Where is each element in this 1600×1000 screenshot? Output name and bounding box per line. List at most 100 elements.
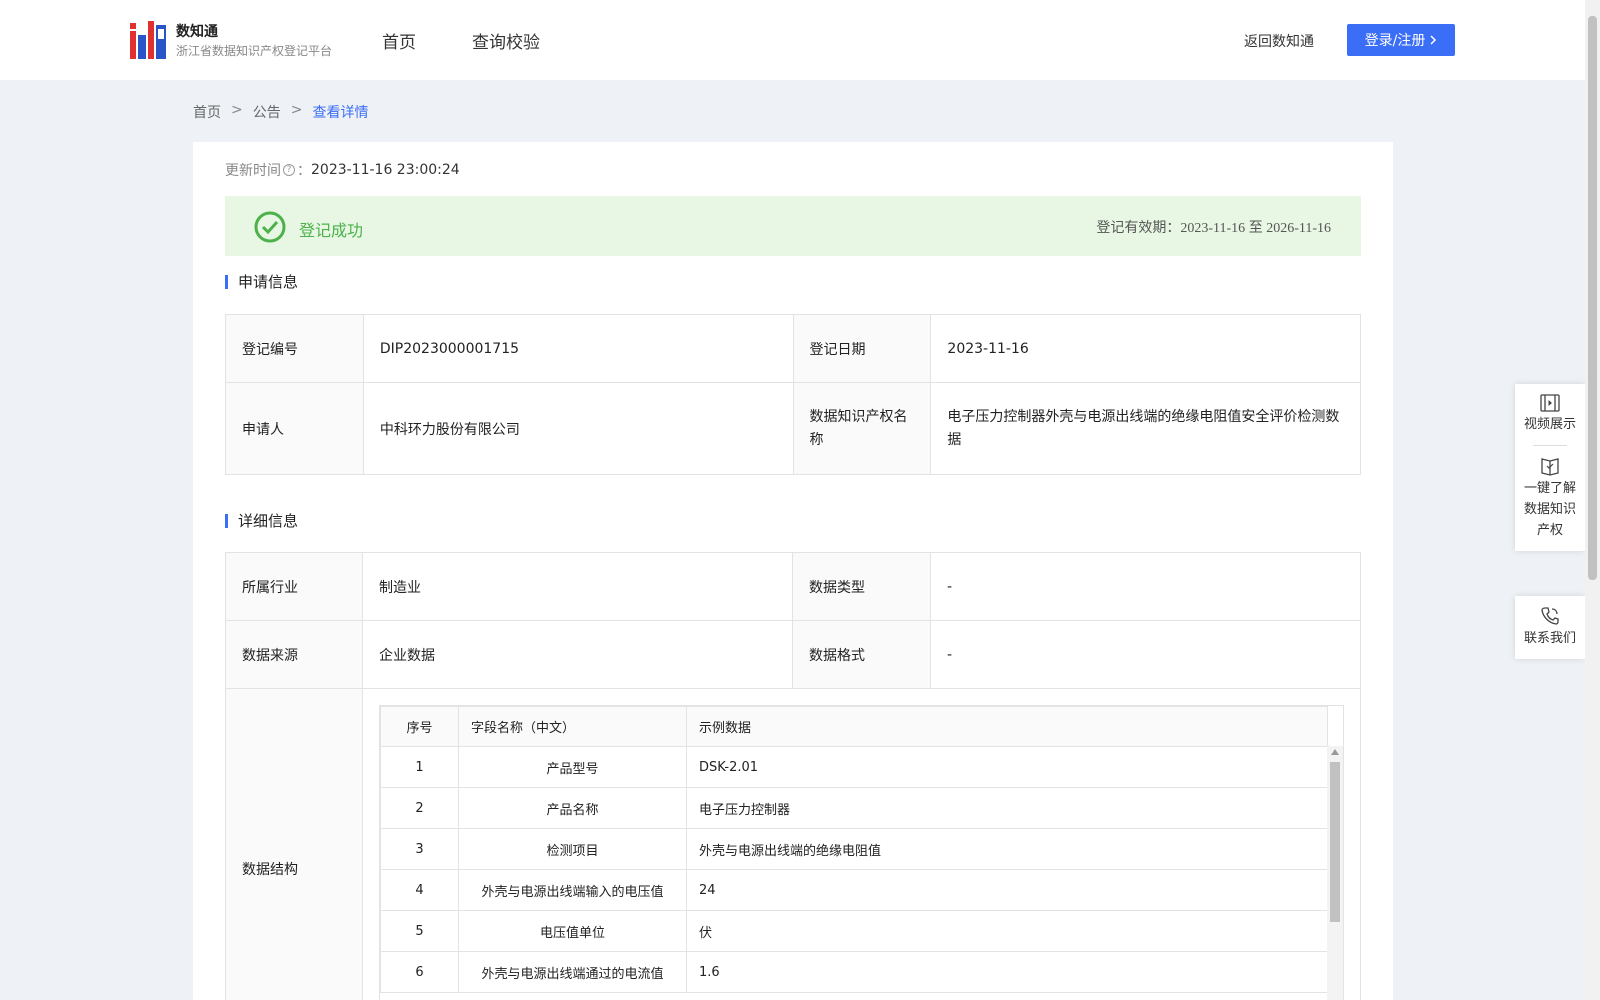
data-type-value: -	[930, 552, 1361, 621]
row-sample: 电子压力控制器	[686, 787, 1328, 829]
learn-label-line2: 数据知识	[1523, 502, 1576, 517]
validity-to-word: 至	[1248, 220, 1263, 236]
format-label: 数据格式	[792, 620, 931, 689]
nav-query-verify[interactable]: 查询校验	[472, 28, 540, 53]
contact-us-button[interactable]: 联系我们	[1515, 596, 1585, 659]
contact-label: 联系我们	[1523, 631, 1576, 646]
section-title-detail: 详细信息	[225, 514, 298, 529]
validity-label: 登记有效期：	[1096, 220, 1181, 236]
breadcrumb-notice[interactable]: 公告	[253, 102, 281, 122]
detail-info-table: 所属行业 制造业 数据类型 - 数据来源 企业数据 数据格式 - 数据结构 序号…	[225, 552, 1361, 1000]
login-register-label: 登录/注册	[1364, 33, 1426, 49]
col-no-header: 序号	[380, 706, 459, 747]
main-nav: 首页 查询校验	[382, 28, 540, 53]
applicant-value: 中科环力股份有限公司	[362, 382, 794, 475]
update-time: 更新时间 ? ： 2023-11-16 23:00:24	[225, 160, 460, 180]
table-row: 4 外壳与电源出线端输入的电压值 24	[380, 869, 1328, 911]
row-no: 3	[380, 828, 459, 870]
table-row: 数据结构 序号 字段名称（中文） 示例数据 1 产品型号 DSK-2.01 2 …	[225, 688, 1361, 1000]
col-name-header: 字段名称（中文）	[458, 706, 687, 747]
learn-label-line3: 产权	[1536, 523, 1563, 538]
back-to-shuzhitong-link[interactable]: 返回数知通	[1244, 31, 1314, 51]
status-text: 登记成功	[299, 221, 364, 240]
row-sample: DSK-2.01	[686, 746, 1328, 788]
page-scrollbar[interactable]	[1585, 0, 1600, 1000]
breadcrumb-current: 查看详情	[312, 105, 369, 121]
reg-date-label: 登记日期	[792, 314, 932, 383]
book-icon	[1541, 458, 1559, 476]
breadcrumb: 首页 > 公告 > 查看详情	[193, 102, 368, 122]
video-showcase-button[interactable]: 视频展示	[1515, 384, 1585, 445]
nav-home[interactable]: 首页	[382, 28, 416, 53]
update-time-label: 更新时间	[225, 163, 281, 179]
format-value: -	[930, 620, 1361, 689]
ip-name-value: 电子压力控制器外壳与电源出线端的绝缘电阻值安全评价检测数据	[930, 382, 1361, 475]
scrollbar-thumb[interactable]	[1330, 762, 1340, 922]
table-row: 2 产品名称 电子压力控制器	[380, 787, 1328, 829]
brand-logo[interactable]	[130, 21, 166, 59]
reg-no-value: DIP2023000001715	[362, 314, 794, 383]
apply-info-table: 登记编号 DIP2023000001715 登记日期 2023-11-16 申请…	[225, 314, 1361, 475]
industry-label: 所属行业	[225, 552, 363, 621]
chevron-right-icon	[1430, 35, 1437, 45]
table-row: 申请人 中科环力股份有限公司 数据知识产权名称 电子压力控制器外壳与电源出线端的…	[225, 382, 1361, 475]
side-panel-contact: 联系我们	[1515, 596, 1585, 659]
breadcrumb-separator: >	[231, 102, 243, 118]
table-row: 5 电压值单位 伏	[380, 910, 1328, 952]
phone-icon	[1541, 607, 1559, 625]
learn-label-line1: 一键了解	[1523, 481, 1576, 496]
check-circle-icon	[254, 211, 286, 243]
reg-date-value: 2023-11-16	[930, 314, 1361, 383]
reg-no-label: 登记编号	[225, 314, 364, 383]
update-time-colon: ：	[297, 163, 311, 179]
row-field-name: 产品名称	[458, 787, 687, 829]
page-scrollbar-thumb[interactable]	[1588, 16, 1597, 580]
brand-subtitle: 浙江省数据知识产权登记平台	[176, 44, 333, 58]
row-field-name: 外壳与电源出线端通过的电流值	[458, 951, 687, 993]
source-value: 企业数据	[362, 620, 793, 689]
section-title-apply: 申请信息	[225, 275, 298, 290]
fields-table-scrollbar[interactable]	[1327, 746, 1343, 1000]
structure-cell: 序号 字段名称（中文） 示例数据 1 产品型号 DSK-2.01 2 产品名称	[362, 688, 1361, 1000]
row-no: 2	[380, 787, 459, 829]
row-no: 6	[380, 951, 459, 993]
ip-name-label: 数据知识产权名称	[792, 382, 932, 475]
question-icon[interactable]: ?	[283, 164, 295, 176]
detail-card: 更新时间 ? ： 2023-11-16 23:00:24 登记成功 登记有效期：…	[193, 142, 1393, 1000]
row-no: 4	[380, 869, 459, 911]
fields-table-container: 序号 字段名称（中文） 示例数据 1 产品型号 DSK-2.01 2 产品名称	[379, 705, 1344, 1000]
fields-table-header: 序号 字段名称（中文） 示例数据	[380, 706, 1328, 747]
structure-label: 数据结构	[225, 688, 363, 1000]
table-row: 1 产品型号 DSK-2.01	[380, 746, 1328, 788]
row-field-name: 检测项目	[458, 828, 687, 870]
login-register-button[interactable]: 登录/注册	[1347, 24, 1455, 56]
video-icon	[1540, 394, 1560, 412]
fields-table: 序号 字段名称（中文） 示例数据 1 产品型号 DSK-2.01 2 产品名称	[380, 706, 1328, 993]
industry-value: 制造业	[362, 552, 793, 621]
brand-name: 数知通	[176, 24, 218, 40]
row-no: 5	[380, 910, 459, 952]
row-field-name: 电压值单位	[458, 910, 687, 952]
table-row: 登记编号 DIP2023000001715 登记日期 2023-11-16	[225, 314, 1361, 383]
table-row: 所属行业 制造业 数据类型 -	[225, 552, 1361, 621]
validity-period: 登记有效期：2023-11-16 至 2026-11-16	[1096, 217, 1331, 237]
side-panel-help: 视频展示 一键了解 数据知识 产权	[1515, 384, 1585, 551]
registration-status-banner: 登记成功 登记有效期：2023-11-16 至 2026-11-16	[225, 196, 1361, 256]
video-label: 视频展示	[1523, 417, 1576, 432]
data-type-label: 数据类型	[792, 552, 931, 621]
scroll-up-icon[interactable]	[1331, 749, 1339, 755]
row-field-name: 外壳与电源出线端输入的电压值	[458, 869, 687, 911]
table-row: 6 外壳与电源出线端通过的电流值 1.6	[380, 951, 1328, 993]
breadcrumb-home[interactable]: 首页	[193, 102, 221, 122]
row-sample: 24	[686, 869, 1328, 911]
row-sample: 伏	[686, 910, 1328, 952]
learn-data-ip-button[interactable]: 一键了解 数据知识 产权	[1515, 446, 1585, 551]
table-row: 3 检测项目 外壳与电源出线端的绝缘电阻值	[380, 828, 1328, 870]
source-label: 数据来源	[225, 620, 363, 689]
applicant-label: 申请人	[225, 382, 364, 475]
row-sample: 1.6	[686, 951, 1328, 993]
row-no: 1	[380, 746, 459, 788]
validity-from: 2023-11-16	[1180, 221, 1246, 236]
table-row: 数据来源 企业数据 数据格式 -	[225, 620, 1361, 689]
update-time-value: 2023-11-16 23:00:24	[311, 162, 460, 178]
